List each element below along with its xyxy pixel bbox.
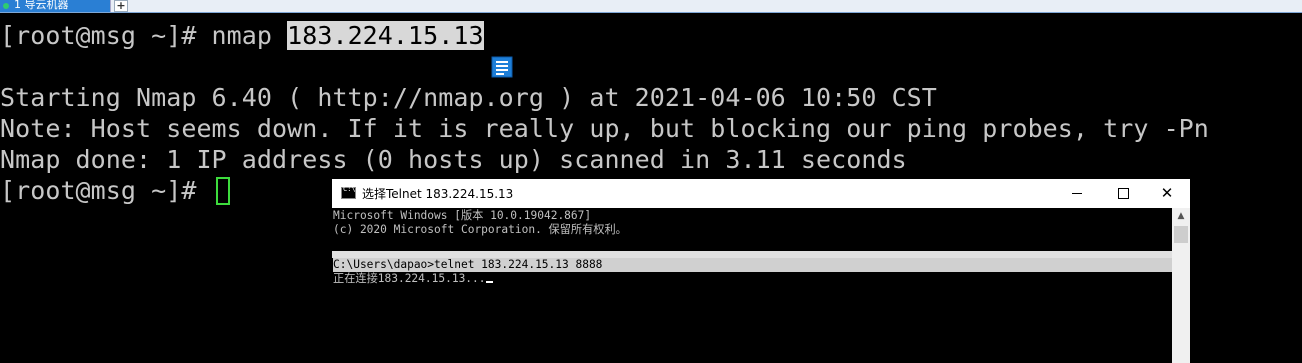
- session-tab-bar: 1 导云机器 +: [0, 0, 1302, 13]
- telnet-console-window[interactable]: C:\ 选择Telnet 183.224.15.13 ✕ Microsoft W…: [332, 179, 1190, 363]
- session-tab[interactable]: 1 导云机器: [0, 0, 111, 12]
- console-output[interactable]: Microsoft Windows [版本 10.0.19042.867] (c…: [332, 208, 1172, 363]
- window-title-bar[interactable]: C:\ 选择Telnet 183.224.15.13 ✕: [332, 179, 1190, 208]
- new-tab-button[interactable]: +: [114, 0, 128, 12]
- maximize-button[interactable]: [1100, 179, 1146, 208]
- connecting-text: 正在连接183.224.15.13...: [333, 272, 486, 285]
- console-app-icon: C:\: [341, 185, 356, 199]
- selection-highlight: [332, 251, 1172, 258]
- scrollbar-thumb[interactable]: [1174, 226, 1188, 243]
- copy-selection-icon[interactable]: [491, 56, 513, 78]
- selected-ip-text[interactable]: 183.224.15.13: [287, 21, 484, 50]
- connected-status-icon: [3, 3, 9, 9]
- console-cursor: [485, 281, 493, 283]
- close-button[interactable]: ✕: [1144, 179, 1190, 208]
- console-line: C:\Users\dapao>telnet 183.224.15.13 8888: [333, 258, 1172, 272]
- maximize-icon: [1117, 188, 1129, 199]
- terminal-line: Nmap done: 1 IP address (0 hosts up) sca…: [0, 145, 907, 174]
- terminal-line: Note: Host seems down. If it is really u…: [0, 114, 1209, 143]
- prompt-text: [root@msg ~]#: [0, 176, 212, 205]
- terminal-line: Starting Nmap 6.40 ( http://nmap.org ) a…: [0, 83, 937, 112]
- minimize-button[interactable]: [1054, 179, 1100, 208]
- console-line: 正在连接183.224.15.13...: [333, 272, 493, 286]
- vertical-scrollbar[interactable]: ▲: [1172, 208, 1190, 363]
- prompt-text: [root@msg ~]# nmap: [0, 21, 288, 50]
- console-line: (c) 2020 Microsoft Corporation. 保留所有权利。: [333, 223, 627, 236]
- window-title: 选择Telnet 183.224.15.13: [362, 187, 514, 201]
- minimize-icon: [1072, 193, 1082, 194]
- scroll-up-arrow-icon[interactable]: ▲: [1172, 208, 1190, 225]
- console-line: Microsoft Windows [版本 10.0.19042.867]: [333, 209, 592, 222]
- terminal-line: [root@msg ~]#: [0, 175, 230, 206]
- session-tab-label: 1 导云机器: [14, 0, 69, 11]
- terminal-line: [root@msg ~]# nmap 183.224.15.13: [0, 20, 484, 51]
- terminal-cursor: [215, 177, 230, 205]
